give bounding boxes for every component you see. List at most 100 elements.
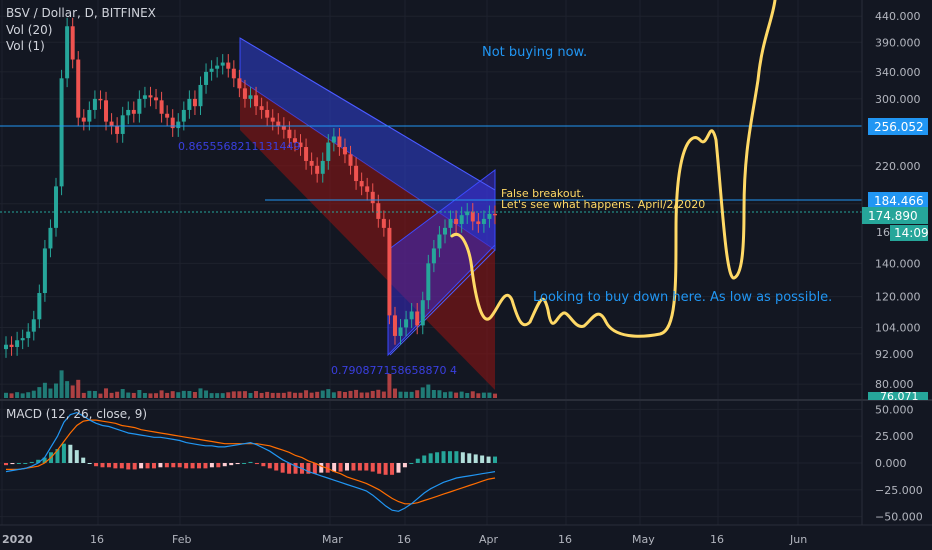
candle-body — [415, 311, 420, 326]
symbol-title: BSV / Dollar, D, BITFINEX — [6, 6, 156, 20]
volume-bar — [131, 392, 136, 398]
candle-body — [81, 117, 86, 122]
volume-bar — [387, 374, 392, 398]
candle-body — [209, 68, 214, 72]
volume-bar — [376, 389, 381, 398]
macd-histogram-bar — [222, 463, 227, 467]
price-tick-label: 120.000 — [875, 291, 921, 304]
volume-bar — [431, 390, 436, 398]
macd-histogram-bar — [274, 463, 279, 471]
macd-histogram-bar — [177, 463, 182, 468]
volume-bar — [142, 393, 147, 398]
volume-bar — [448, 391, 453, 398]
candle-body — [309, 160, 314, 166]
volume-bar — [337, 391, 342, 398]
candle-body — [404, 319, 409, 328]
candle-body — [104, 100, 109, 122]
candle-body — [126, 109, 131, 116]
macd-tick-label: 25.000 — [875, 430, 914, 443]
macd-histogram-bar — [197, 463, 202, 469]
macd-histogram-bar — [402, 463, 407, 468]
macd-histogram-bar — [486, 456, 491, 463]
macd-histogram-bar — [473, 454, 478, 463]
candle-body — [109, 121, 114, 126]
candle-body — [181, 109, 186, 122]
volume-bar — [31, 390, 36, 398]
price-tick-label: 440.000 — [875, 10, 921, 23]
volume-bar — [42, 382, 47, 398]
volume-bar — [98, 393, 103, 398]
candle-body — [487, 213, 492, 219]
svg-text:184.466: 184.466 — [874, 194, 924, 208]
volume-bar — [181, 390, 186, 398]
candle-body — [237, 78, 242, 89]
macd-histogram-bar — [81, 457, 86, 463]
price-chart[interactable]: 440.000 390.000 340.000 300.000 220.000 140.0… — [0, 0, 932, 550]
volume-bar — [259, 392, 264, 398]
macd-histogram-bar — [390, 463, 395, 475]
svg-text:14:09: 14:09 — [894, 226, 929, 240]
volume-bar — [348, 390, 353, 398]
candle-body — [4, 344, 8, 350]
volume-bar — [137, 390, 142, 398]
volume-bar — [309, 392, 314, 398]
macd-histogram-bar — [29, 461, 34, 463]
candle-body — [137, 98, 142, 114]
macd-histogram-bar — [338, 463, 343, 472]
volume-bar — [493, 393, 497, 398]
volume-bar — [281, 392, 286, 398]
candle-body — [381, 218, 386, 228]
volume-bar — [154, 393, 159, 398]
volume-bar — [470, 391, 475, 398]
volume-bar — [220, 393, 225, 398]
volume-bar — [381, 391, 386, 398]
volume-bar — [420, 387, 425, 398]
macd-histogram-bar — [422, 455, 427, 463]
macd-histogram-bar — [480, 455, 485, 463]
macd-title: MACD (12, 26, close, 9) — [6, 407, 147, 421]
macd-histogram-bar — [409, 463, 414, 464]
candle-body — [120, 115, 125, 134]
macd-histogram-bar — [184, 463, 189, 469]
volume-bar — [92, 391, 97, 398]
candle-body — [481, 218, 486, 224]
price-tick-label: 340.000 — [875, 66, 921, 79]
candle-body — [9, 344, 14, 347]
macd-histogram-bar — [248, 461, 253, 463]
macd-histogram-bar — [126, 463, 131, 470]
macd-histogram-bar — [383, 463, 388, 475]
volume-bar — [304, 390, 309, 398]
candle-body — [348, 154, 353, 166]
price-tick-label: 220.000 — [875, 160, 921, 173]
vol1-label: Vol (1) — [6, 39, 45, 53]
volume-bar — [354, 389, 359, 398]
volume-bar — [409, 391, 414, 398]
volume-bar — [454, 392, 459, 398]
volume-bar — [315, 391, 320, 398]
volume-bar — [365, 392, 370, 398]
macd-histogram-bar — [454, 451, 459, 463]
volume-bar — [65, 381, 70, 398]
volume-bar — [287, 391, 292, 398]
candle-body — [398, 327, 403, 336]
candle-body — [359, 181, 364, 187]
macd-histogram-bar — [447, 451, 452, 463]
candle-body — [26, 331, 31, 339]
macd-histogram-bar — [460, 452, 465, 463]
volume-bar — [237, 391, 242, 398]
macd-histogram-bar — [396, 463, 401, 473]
candle-body — [170, 117, 175, 129]
candle-body — [470, 211, 475, 222]
volume-bar — [165, 392, 170, 398]
candle-body — [215, 65, 220, 69]
macd-histogram-bar — [235, 463, 240, 465]
candle-body — [248, 95, 253, 99]
volume-bar — [342, 392, 347, 398]
candle-body — [54, 186, 59, 228]
candle-body — [226, 62, 231, 69]
volume-bar — [54, 383, 59, 398]
macd-histogram-bar — [100, 463, 105, 468]
macd-tick-label: −25.000 — [875, 484, 923, 497]
candle-body — [315, 165, 320, 174]
macd-tick-label: 50.000 — [875, 403, 914, 416]
